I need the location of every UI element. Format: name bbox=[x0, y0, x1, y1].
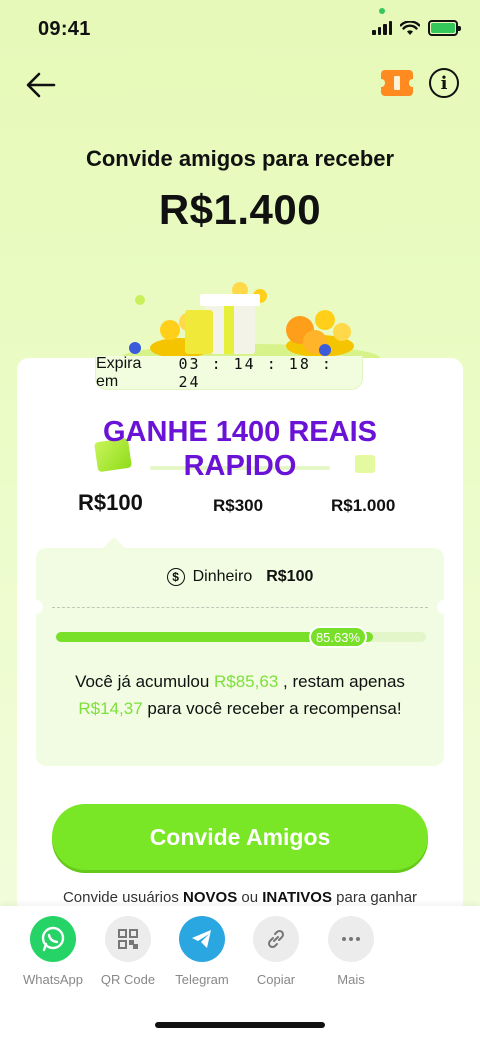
invite-note-text-1: Convide usuários bbox=[62, 889, 184, 906]
invite-note: Convide usuários NOVOS ou INATIVOS para … bbox=[0, 889, 480, 907]
invite-note-text-3: para ganhar bbox=[331, 889, 418, 906]
share-label-copy: Copiar bbox=[256, 972, 296, 987]
share-sheet: WhatsApp QR Code Telegram Copiar Mais bbox=[0, 906, 480, 1038]
promo-line-2: RAPIDO bbox=[183, 450, 297, 482]
ticket-cut-left bbox=[29, 600, 43, 614]
message-text-2: , restam apenas bbox=[278, 672, 405, 691]
more-icon[interactable] bbox=[328, 916, 374, 962]
tier-2[interactable]: R$300 bbox=[213, 496, 263, 516]
progress-message: Você já acumulou R$85,63 , restam apenas… bbox=[62, 668, 418, 722]
message-text-3: para você receber a recompensa! bbox=[142, 699, 402, 718]
share-label-more: Mais bbox=[337, 972, 365, 987]
whatsapp-icon[interactable] bbox=[30, 916, 76, 962]
tier-3[interactable]: R$1.000 bbox=[331, 496, 395, 516]
accumulated-amount: R$85,63 bbox=[214, 672, 279, 691]
invite-note-bold-2: INATIVOS bbox=[262, 889, 332, 906]
share-label-qr: QR Code bbox=[100, 972, 156, 987]
telegram-icon[interactable] bbox=[179, 916, 225, 962]
share-label-telegram: Telegram bbox=[175, 972, 229, 987]
ticket-cut-right bbox=[437, 600, 451, 614]
wifi-icon bbox=[400, 20, 420, 35]
share-label-whatsapp: WhatsApp bbox=[23, 972, 83, 987]
share-qr-code[interactable]: QR Code bbox=[96, 916, 160, 987]
home-indicator bbox=[155, 1022, 325, 1028]
cash-label: Dinheiro bbox=[192, 568, 253, 585]
back-arrow-icon[interactable] bbox=[24, 68, 58, 102]
privacy-indicator bbox=[379, 8, 385, 14]
qr-code-icon[interactable] bbox=[105, 916, 151, 962]
cash-row: $ Dinheiro R$100 bbox=[0, 568, 480, 586]
invite-note-bold-1: NOVOS bbox=[183, 889, 238, 906]
progress-badge: 85.63% bbox=[309, 626, 367, 648]
reward-amount: R$1.400 bbox=[158, 186, 322, 233]
link-icon[interactable] bbox=[253, 916, 299, 962]
remaining-amount: R$14,37 bbox=[78, 699, 143, 718]
progress-bar bbox=[56, 632, 426, 642]
expiry-banner: Expira em 03 : 14 : 18 : 24 bbox=[95, 354, 363, 391]
tier-pointer bbox=[103, 537, 125, 548]
cash-value: R$100 bbox=[266, 568, 314, 585]
expiry-timer: 03 : 14 : 18 : 24 bbox=[178, 354, 333, 391]
status-time: 09:41 bbox=[38, 18, 91, 40]
page-headline: Convide amigos para receber bbox=[85, 146, 395, 171]
message-text-1: Você já acumulou bbox=[75, 672, 214, 691]
ticket-icon[interactable] bbox=[378, 70, 416, 96]
invite-note-text-2: ou bbox=[237, 889, 263, 906]
info-icon[interactable]: i bbox=[429, 68, 459, 98]
status-icons bbox=[372, 20, 461, 36]
share-copy-link[interactable]: Copiar bbox=[244, 916, 308, 987]
nav-bar: i bbox=[0, 62, 480, 106]
expiry-label: Expira em bbox=[96, 354, 142, 390]
signal-icon bbox=[372, 21, 392, 35]
promo-banner: GANHE 1400 REAIS RAPIDO bbox=[60, 415, 420, 483]
status-bar: 09:41 bbox=[0, 0, 480, 60]
battery-icon bbox=[428, 20, 461, 36]
share-whatsapp[interactable]: WhatsApp bbox=[21, 916, 85, 987]
share-telegram[interactable]: Telegram bbox=[170, 916, 234, 987]
tier-1[interactable]: R$100 bbox=[78, 490, 143, 516]
share-more[interactable]: Mais bbox=[319, 916, 383, 987]
dollar-icon: $ bbox=[166, 568, 185, 586]
invite-friends-button[interactable]: Convide Amigos bbox=[52, 804, 428, 870]
divider bbox=[52, 607, 428, 608]
promo-line-1: GANHE 1400 REAIS bbox=[103, 416, 377, 448]
